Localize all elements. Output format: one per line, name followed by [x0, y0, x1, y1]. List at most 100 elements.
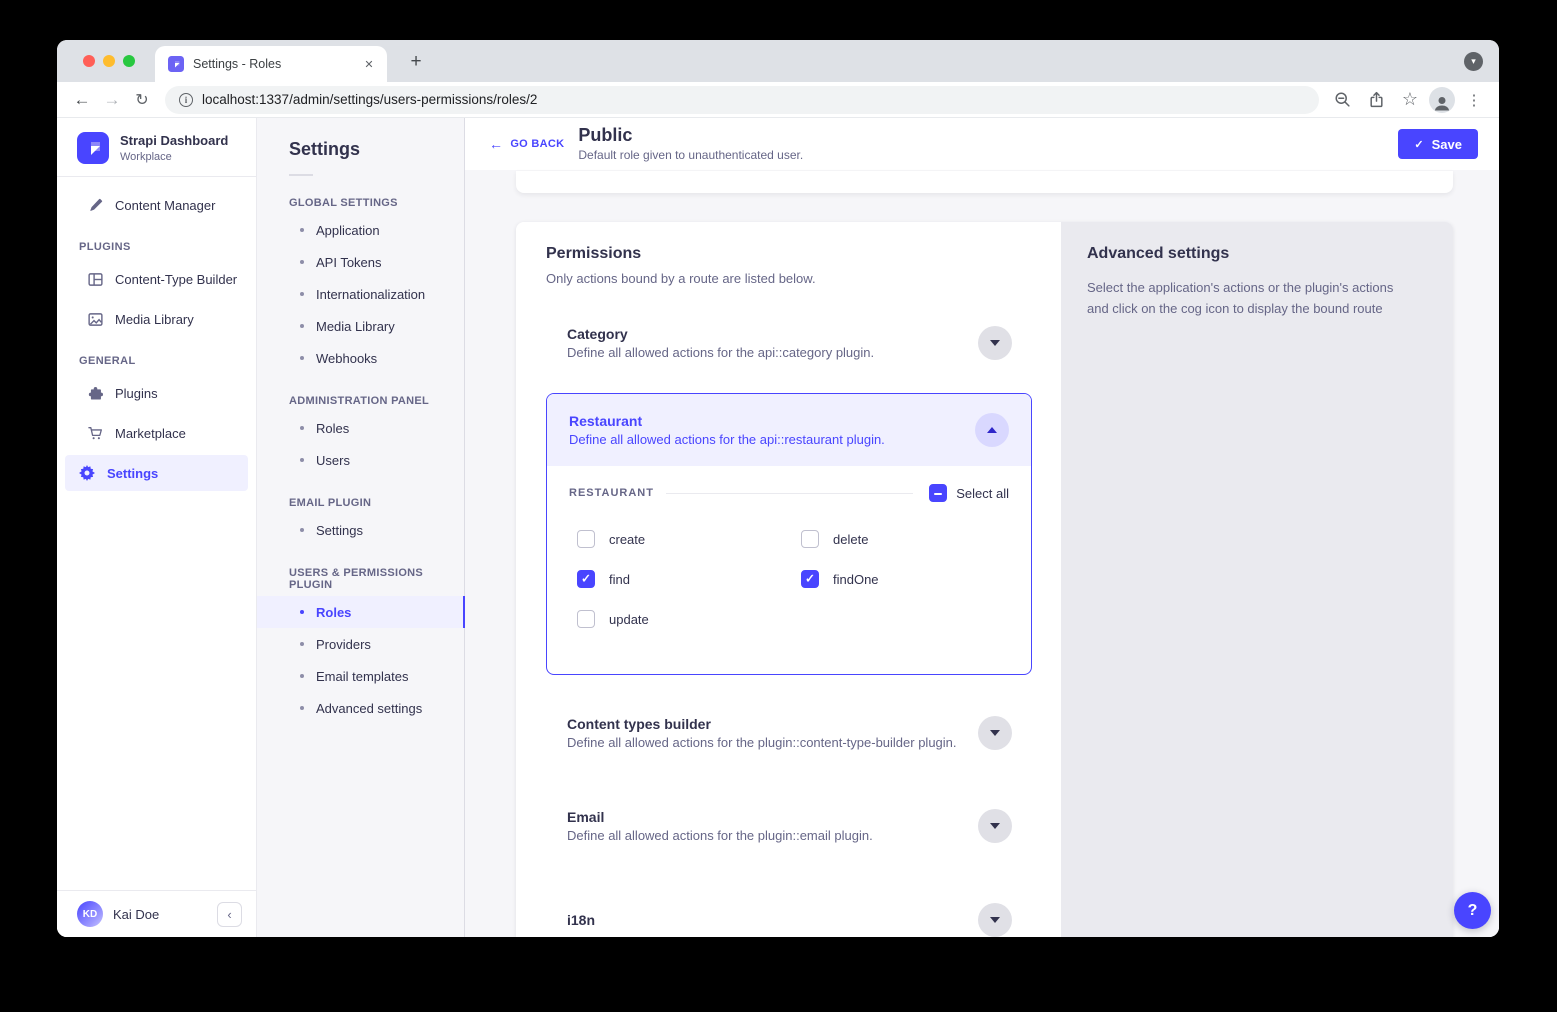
collapse-sidebar-button[interactable] [217, 902, 242, 927]
sidebar-item-content-type-builder[interactable]: Content-Type Builder [65, 261, 248, 297]
subnav-item-media-library[interactable]: Media Library [257, 310, 464, 342]
subnav-item-webhooks[interactable]: Webhooks [257, 342, 464, 374]
select-all-label: Select all [956, 486, 1009, 501]
accordion-category: Category Define all allowed actions for … [567, 326, 1012, 360]
browser-profile-avatar[interactable] [1429, 87, 1455, 113]
subnav-item-application[interactable]: Application [257, 214, 464, 246]
select-all-checkbox[interactable] [929, 484, 947, 502]
bullet-icon [300, 610, 304, 614]
user-avatar[interactable]: KD [77, 901, 103, 927]
subnav-item-label: Email templates [316, 669, 408, 684]
zoom-out-icon[interactable] [1327, 85, 1357, 115]
update-checkbox[interactable] [577, 610, 595, 628]
back-button[interactable] [67, 85, 97, 115]
share-icon[interactable] [1361, 85, 1391, 115]
bookmark-star-icon[interactable] [1395, 85, 1425, 115]
findone-checkbox[interactable] [801, 570, 819, 588]
sidebar-item-media-library[interactable]: Media Library [65, 301, 248, 337]
checkbox-label: update [609, 612, 649, 627]
browser-menu-icon[interactable] [1459, 85, 1489, 115]
new-tab-button[interactable] [403, 49, 429, 75]
main-content: GO BACK Public Default role given to una… [465, 118, 1499, 937]
bullet-icon [300, 458, 304, 462]
left-arrow-icon [489, 137, 503, 151]
permission-update: update [577, 610, 801, 628]
bullet-icon [300, 260, 304, 264]
tab-overflow-button[interactable] [1464, 52, 1483, 71]
accordion-title: Category [567, 326, 978, 342]
subnav-item-label: Roles [316, 421, 349, 436]
subnav-item-email-templates[interactable]: Email templates [257, 660, 464, 692]
bullet-icon [300, 426, 304, 430]
strapi-app: Strapi Dashboard Workplace Content Manag… [57, 118, 1499, 937]
subnav-section-administration-panel: ADMINISTRATION PANEL [257, 374, 464, 412]
subnav-item-up-roles[interactable]: Roles [257, 596, 464, 628]
bullet-icon [300, 292, 304, 296]
sidebar-item-settings[interactable]: Settings [65, 455, 248, 491]
sidebar-item-plugins[interactable]: Plugins [65, 375, 248, 411]
image-icon [87, 312, 103, 327]
bullet-icon [300, 228, 304, 232]
site-info-icon[interactable] [179, 93, 193, 107]
sidebar-item-label: Content Manager [115, 198, 215, 213]
accordion-title: Content types builder [567, 716, 978, 732]
go-back-link[interactable]: GO BACK [489, 137, 564, 151]
settings-subnav: Settings GLOBAL SETTINGS Application API… [257, 118, 465, 937]
collapse-restaurant-button[interactable] [975, 413, 1009, 447]
maximize-window-button[interactable] [123, 55, 135, 67]
browser-tab-strip: Settings - Roles [57, 40, 1499, 82]
expand-content-types-builder-button[interactable] [978, 716, 1012, 750]
sidebar-item-content-manager[interactable]: Content Manager [65, 187, 248, 223]
advanced-settings-panel: Advanced settings Select the application… [1061, 222, 1453, 937]
subnav-item-admin-roles[interactable]: Roles [257, 412, 464, 444]
subnav-item-advanced-settings[interactable]: Advanced settings [257, 692, 464, 724]
subnav-item-api-tokens[interactable]: API Tokens [257, 246, 464, 278]
close-window-button[interactable] [83, 55, 95, 67]
divider [57, 176, 256, 177]
main-sidebar: Strapi Dashboard Workplace Content Manag… [57, 118, 257, 937]
expand-category-button[interactable] [978, 326, 1012, 360]
delete-checkbox[interactable] [801, 530, 819, 548]
expand-i18n-button[interactable] [978, 903, 1012, 937]
address-bar[interactable]: localhost:1337/admin/settings/users-perm… [165, 86, 1319, 114]
strapi-favicon [168, 56, 184, 72]
role-details-card-edge [516, 171, 1453, 193]
user-name: Kai Doe [113, 907, 159, 922]
chevron-up-icon [987, 427, 997, 433]
find-checkbox[interactable] [577, 570, 595, 588]
reload-button[interactable] [127, 85, 157, 115]
accordion-title: i18n [567, 912, 978, 928]
subnav-section-global-settings: GLOBAL SETTINGS [257, 176, 464, 214]
subnav-item-internationalization[interactable]: Internationalization [257, 278, 464, 310]
help-button[interactable] [1454, 892, 1491, 929]
bullet-icon [300, 528, 304, 532]
create-checkbox[interactable] [577, 530, 595, 548]
chevron-down-icon [990, 340, 1000, 346]
gear-icon [79, 465, 95, 481]
sidebar-footer: KD Kai Doe [57, 890, 256, 937]
layout-icon [87, 272, 103, 287]
browser-tab[interactable]: Settings - Roles [155, 46, 387, 82]
accordion-restaurant-header[interactable]: Restaurant Define all allowed actions fo… [547, 394, 1031, 466]
subnav-item-providers[interactable]: Providers [257, 628, 464, 660]
accordion-subtitle: Define all allowed actions for the api::… [569, 432, 975, 447]
minimize-window-button[interactable] [103, 55, 115, 67]
bullet-icon [300, 674, 304, 678]
forward-button[interactable] [97, 85, 127, 115]
tab-close-icon[interactable] [361, 56, 377, 72]
chevron-down-icon [990, 917, 1000, 923]
save-button[interactable]: ✓ Save [1398, 129, 1478, 159]
expand-email-button[interactable] [978, 809, 1012, 843]
accordion-title: Email [567, 809, 978, 825]
permissions-panel: Permissions Only actions bound by a rout… [516, 222, 1061, 937]
workspace-brand[interactable]: Strapi Dashboard Workplace [57, 118, 256, 176]
permission-delete: delete [801, 530, 1025, 548]
sidebar-item-marketplace[interactable]: Marketplace [65, 415, 248, 451]
subnav-item-email-settings[interactable]: Settings [257, 514, 464, 546]
subnav-item-label: Application [316, 223, 380, 238]
accordion-subtitle: Define all allowed actions for the plugi… [567, 735, 978, 750]
workspace-subtitle: Workplace [120, 151, 228, 163]
subnav-item-admin-users[interactable]: Users [257, 444, 464, 476]
restaurant-permissions-body: RESTAURANT Select all create [547, 466, 1031, 674]
sidebar-item-label: Marketplace [115, 426, 186, 441]
